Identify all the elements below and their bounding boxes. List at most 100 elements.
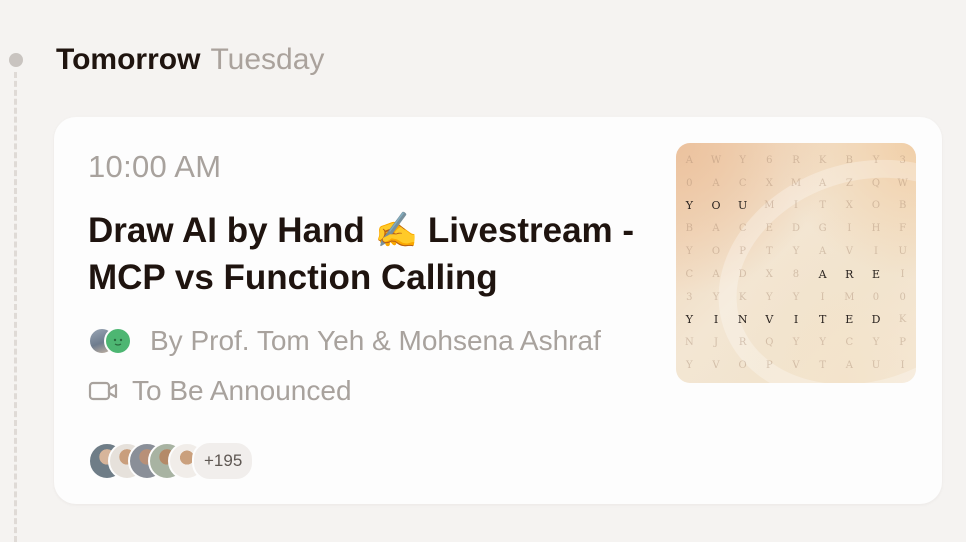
cover-letter: A (712, 177, 720, 189)
cover-letter: V (765, 313, 774, 327)
timeline-dot (9, 53, 23, 67)
cover-letter: Y (792, 291, 800, 303)
cover-letter: A (712, 223, 720, 235)
video-camera-icon (88, 381, 118, 401)
cover-letter: O (711, 246, 721, 258)
hosts-text: By Prof. Tom Yeh & Mohsena Ashraf (150, 325, 601, 356)
cover-letter: T (819, 200, 826, 212)
cover-letter: X (765, 268, 773, 280)
cover-letter: Z (845, 177, 853, 189)
cover-letter: 0 (872, 291, 880, 303)
cover-letter: E (765, 223, 773, 235)
host-avatar (104, 327, 132, 355)
cover-letter: A (819, 177, 827, 189)
cover-letter: Y (872, 154, 880, 166)
cover-letter: Y (685, 199, 693, 213)
cover-letter: P (765, 360, 773, 372)
cover-letter: X (845, 200, 853, 212)
event-title[interactable]: Draw AI by Hand ✍️ Livestream - MCP vs F… (88, 207, 648, 301)
cover-letter: Y (739, 154, 746, 166)
cover-letter-grid: AWY6RKBY30ACXMAZQWYOUMITXOBBACEDGIHFYOPT… (676, 149, 916, 377)
cover-letter: M (790, 177, 802, 189)
cover-letter: V (712, 360, 720, 372)
cover-letter: Y (685, 313, 693, 327)
cover-letter: Y (792, 246, 800, 258)
cover-letter: 3 (686, 291, 693, 303)
cover-letter: N (737, 313, 748, 327)
cover-letter: Q (871, 177, 881, 189)
event-hosts: By Prof. Tom Yeh & Mohsena Ashraf (88, 321, 601, 361)
cover-letter: Y (712, 291, 720, 303)
cover-letter: R (845, 267, 854, 281)
cover-letter: V (845, 246, 853, 258)
cover-letter: U (738, 199, 748, 213)
cover-letter: R (792, 154, 800, 166)
cover-letter: I (900, 360, 905, 372)
cover-letter: Y (792, 337, 800, 349)
cover-letter: E (871, 267, 880, 281)
cover-letter: A (845, 360, 853, 372)
cover-letter: A (685, 154, 693, 166)
cover-letter: K (898, 314, 907, 326)
event-time: 10:00 AM (88, 149, 222, 184)
cover-letter: O (738, 360, 747, 372)
event-cover-image[interactable]: AWY6RKBY30ACXMAZQWYOUMITXOBBACEDGIHFYOPT… (676, 143, 916, 383)
cover-letter: H (871, 223, 881, 235)
cover-letter: V (792, 360, 800, 372)
cover-letter: 0 (899, 291, 906, 303)
cover-letter: U (871, 360, 881, 372)
cover-letter: I (713, 313, 719, 327)
cover-letter: E (845, 313, 854, 327)
cover-letter: O (711, 199, 721, 213)
cover-letter: B (685, 223, 693, 235)
cover-letter: Y (766, 291, 773, 303)
cover-letter: P (739, 246, 747, 258)
cover-letter: Y (819, 337, 826, 349)
cover-letter: 6 (766, 154, 773, 166)
date-relative-label: Tomorrow (56, 43, 201, 76)
cover-letter: I (874, 246, 878, 258)
cover-letter: O (871, 200, 881, 212)
cover-letter: A (818, 267, 827, 281)
cover-letter: C (845, 337, 854, 349)
cover-letter: B (898, 200, 907, 212)
date-header: Tomorrow Tuesday (56, 40, 324, 80)
cover-letter: 0 (686, 177, 693, 189)
date-weekday-label: Tuesday (210, 43, 325, 76)
cover-letter: T (818, 313, 827, 327)
cover-letter: U (898, 246, 907, 258)
cover-letter: I (847, 223, 852, 235)
cover-letter: 8 (792, 268, 800, 280)
cover-letter: X (765, 177, 773, 189)
cover-letter: A (712, 268, 720, 280)
cover-letter: I (900, 268, 905, 280)
event-location: To Be Announced (88, 371, 352, 411)
cover-letter: C (685, 268, 694, 280)
cover-letter: K (738, 291, 747, 303)
cover-letter: M (764, 200, 775, 212)
cover-letter: N (684, 337, 694, 349)
cover-letter: B (845, 154, 853, 166)
cover-letter: G (818, 223, 827, 235)
cover-letter: D (791, 223, 800, 235)
cover-letter: F (899, 223, 907, 235)
cover-letter: Y (686, 246, 693, 258)
event-card[interactable]: 10:00 AM Draw AI by Hand ✍️ Livestream -… (54, 117, 942, 504)
cover-letter: W (897, 177, 908, 189)
attendee-count-badge: +195 (192, 441, 255, 481)
cover-letter: D (738, 268, 747, 280)
cover-letter: K (818, 154, 827, 166)
smiley-face-icon (113, 338, 123, 346)
host-avatars (88, 325, 134, 357)
timeline-line (14, 72, 17, 542)
attendee-avatars[interactable]: +195 (88, 441, 255, 481)
cover-letter: Q (765, 337, 774, 349)
cover-letter: R (738, 337, 747, 349)
cover-letter: 3 (899, 154, 906, 166)
cover-letter: D (871, 313, 881, 327)
cover-letter: Y (872, 337, 880, 349)
cover-letter: I (793, 313, 799, 327)
cover-letter: T (765, 246, 773, 258)
cover-letter: M (844, 291, 855, 303)
cover-letter: Y (686, 360, 693, 372)
